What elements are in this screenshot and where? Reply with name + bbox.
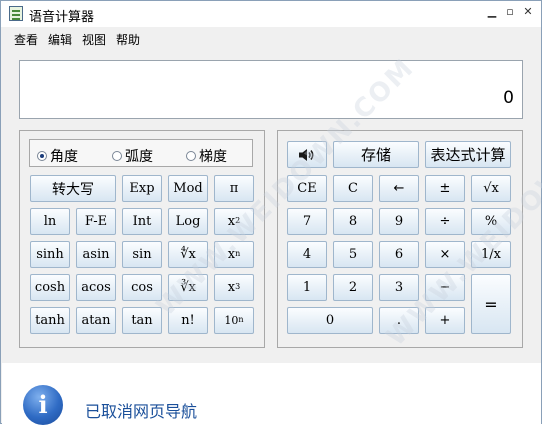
menu-view[interactable]: 查看 xyxy=(14,31,38,48)
convert-uppercase-button[interactable]: 转大写 xyxy=(30,175,116,202)
sin-button[interactable]: sin xyxy=(122,241,162,268)
menu-help[interactable]: 帮助 xyxy=(116,31,140,48)
mod-button[interactable]: Mod xyxy=(168,175,208,202)
x-squared-base: x xyxy=(227,214,236,229)
digit-1-button[interactable]: 1 xyxy=(287,274,327,301)
cube-root-button[interactable]: ∛x xyxy=(168,274,208,301)
multiply-button[interactable]: × xyxy=(425,241,465,268)
digit-8-button[interactable]: 8 xyxy=(333,208,373,235)
radio-gradian[interactable]: 梯度 xyxy=(186,146,227,166)
memory-button[interactable]: 存储 xyxy=(333,141,419,168)
x-squared-button[interactable]: x2 xyxy=(214,208,254,235)
result-display: 0 xyxy=(19,60,523,119)
x-power-n-exp: n xyxy=(235,249,241,258)
menu-display[interactable]: 视图 xyxy=(82,31,106,48)
subtract-button[interactable]: − xyxy=(425,274,465,301)
asin-button[interactable]: asin xyxy=(76,241,116,268)
percent-button[interactable]: % xyxy=(471,208,511,235)
x-cubed-base: x xyxy=(227,280,236,295)
square-root-button[interactable]: √x xyxy=(471,175,511,202)
speaker-button[interactable] xyxy=(287,141,327,168)
pi-button[interactable]: π xyxy=(214,175,254,202)
info-icon: i xyxy=(23,385,63,425)
atan-button[interactable]: atan xyxy=(76,307,116,334)
digit-3-button[interactable]: 3 xyxy=(379,274,419,301)
title-bar: 语音计算器 ▁ ▫ ✕ xyxy=(1,1,541,27)
radio-degree[interactable]: 角度 xyxy=(37,146,78,166)
cosh-button[interactable]: cosh xyxy=(30,274,70,301)
digit-0-button[interactable]: 0 xyxy=(287,307,373,334)
navigation-cancelled-text: 已取消网页导航 xyxy=(85,402,198,421)
log-button[interactable]: Log xyxy=(168,208,208,235)
backspace-button[interactable]: ← xyxy=(379,175,419,202)
radio-radian-label: 弧度 xyxy=(125,149,153,165)
clear-entry-button[interactable]: CE xyxy=(287,175,327,202)
calculator-window: 语音计算器 ▁ ▫ ✕ 查看 编辑 视图 帮助 0 角度 弧度 梯度 转大写 E… xyxy=(0,0,542,425)
exp-button[interactable]: Exp xyxy=(122,175,162,202)
menu-edit[interactable]: 编辑 xyxy=(48,31,72,48)
x-power-n-base: x xyxy=(227,247,236,262)
sinh-button[interactable]: sinh xyxy=(30,241,70,268)
fe-button[interactable]: F-E xyxy=(76,208,116,235)
calculator-app-icon xyxy=(9,6,23,21)
menu-bar: 查看 编辑 视图 帮助 xyxy=(1,27,541,49)
digit-6-button[interactable]: 6 xyxy=(379,241,419,268)
digit-4-button[interactable]: 4 xyxy=(287,241,327,268)
ten-power-base: 10 xyxy=(224,314,239,327)
minimize-button[interactable]: ▁ xyxy=(485,5,499,19)
expression-button[interactable]: 表达式计算 xyxy=(425,141,511,168)
digit-2-button[interactable]: 2 xyxy=(333,274,373,301)
divide-button[interactable]: ÷ xyxy=(425,208,465,235)
window-title: 语音计算器 xyxy=(29,10,95,25)
y-root-button[interactable]: ∜x xyxy=(168,241,208,268)
digit-7-button[interactable]: 7 xyxy=(287,208,327,235)
ten-power-exp: n xyxy=(238,315,244,324)
display-value: 0 xyxy=(503,88,514,108)
angle-mode-group: 角度 弧度 梯度 xyxy=(29,139,253,167)
int-button[interactable]: Int xyxy=(122,208,162,235)
navigation-status-area xyxy=(2,363,541,424)
digit-5-button[interactable]: 5 xyxy=(333,241,373,268)
reciprocal-button[interactable]: 1/x xyxy=(471,241,511,268)
x-squared-exp: 2 xyxy=(235,216,241,225)
decimal-button[interactable]: . xyxy=(379,307,419,334)
close-button[interactable]: ✕ xyxy=(521,5,535,19)
tan-button[interactable]: tan xyxy=(122,307,162,334)
tanh-button[interactable]: tanh xyxy=(30,307,70,334)
speaker-icon xyxy=(299,148,314,161)
clear-button[interactable]: C xyxy=(333,175,373,202)
x-power-n-button[interactable]: xn xyxy=(214,241,254,268)
radio-dot-icon xyxy=(112,151,122,161)
digit-9-button[interactable]: 9 xyxy=(379,208,419,235)
x-cubed-button[interactable]: x3 xyxy=(214,274,254,301)
factorial-button[interactable]: n! xyxy=(168,307,208,334)
radio-degree-label: 角度 xyxy=(50,149,78,165)
ten-power-n-button[interactable]: 10 n xyxy=(214,307,254,334)
radio-dot-icon xyxy=(37,151,47,161)
acos-button[interactable]: acos xyxy=(76,274,116,301)
equals-button[interactable]: = xyxy=(471,274,511,334)
radio-gradian-label: 梯度 xyxy=(199,149,227,165)
radio-radian[interactable]: 弧度 xyxy=(112,146,153,166)
ln-button[interactable]: ln xyxy=(30,208,70,235)
add-button[interactable]: + xyxy=(425,307,465,334)
plus-minus-button[interactable]: ± xyxy=(425,175,465,202)
cos-button[interactable]: cos xyxy=(122,274,162,301)
maximize-button[interactable]: ▫ xyxy=(503,5,517,19)
radio-dot-icon xyxy=(186,151,196,161)
x-cubed-exp: 3 xyxy=(235,282,241,291)
